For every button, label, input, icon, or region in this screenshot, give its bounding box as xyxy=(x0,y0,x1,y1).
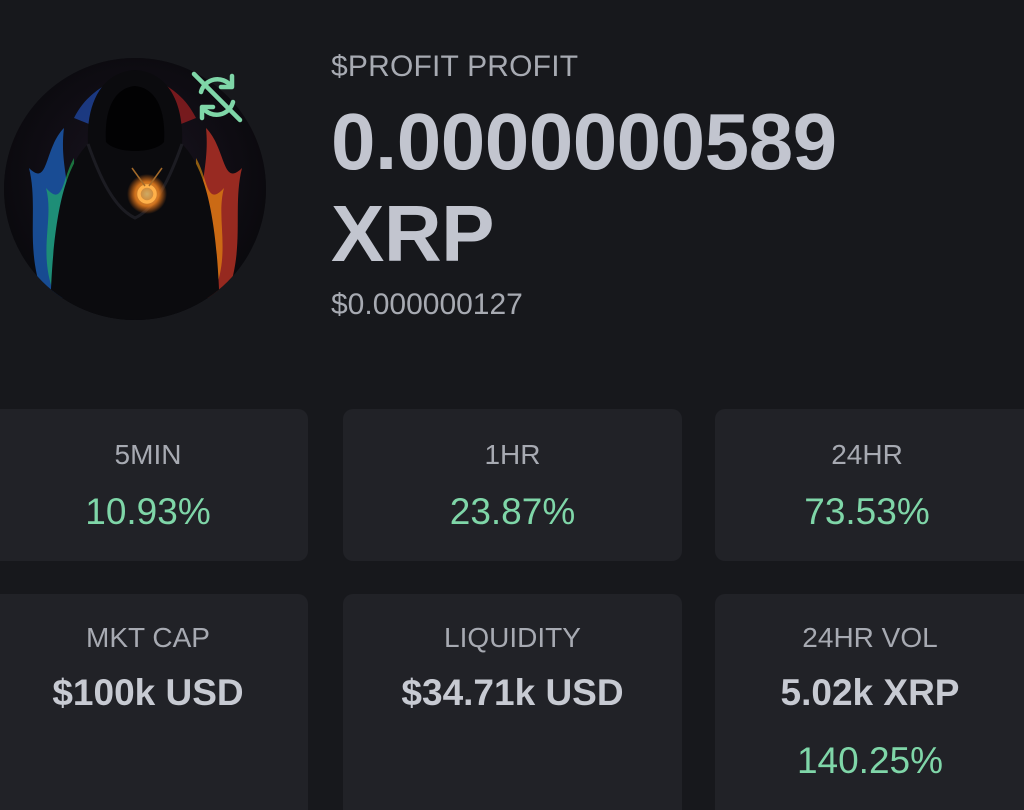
swap-off-icon xyxy=(191,71,243,123)
change-value: 73.53% xyxy=(804,491,930,532)
market-cap-card: MKT CAP $100k USD xyxy=(0,594,308,810)
market-cap-label: MKT CAP xyxy=(86,622,210,653)
token-price-usd: $0.000000127 xyxy=(331,288,523,321)
token-price: 0.0000000589 XRP xyxy=(331,97,837,278)
volume-card: 24HR VOL 5.02k XRP 140.25% xyxy=(715,594,1024,810)
volume-value: 5.02k XRP xyxy=(780,672,960,713)
volume-change: 140.25% xyxy=(796,740,944,781)
change-label: 5MIN xyxy=(114,439,182,470)
change-value: 23.87% xyxy=(449,491,576,532)
liquidity-label: LIQUIDITY xyxy=(444,622,581,653)
token-detail-page: $PROFIT PROFIT 0.0000000589 XRP $0.00000… xyxy=(0,0,1024,810)
token-name: $PROFIT PROFIT xyxy=(331,50,579,83)
change-card-24hr: 24HR 73.53% xyxy=(715,409,1024,561)
change-label: 1HR xyxy=(484,439,541,470)
liquidity-value: $34.71k USD xyxy=(401,672,624,713)
change-card-5min: 5MIN 10.93% xyxy=(0,409,308,561)
market-cap-value: $100k USD xyxy=(52,672,244,713)
change-card-1hr: 1HR 23.87% xyxy=(343,409,682,561)
change-value: 10.93% xyxy=(85,491,211,532)
liquidity-card: LIQUIDITY $34.71k USD xyxy=(343,594,682,810)
volume-label: 24HR VOL xyxy=(802,622,938,653)
change-label: 24HR xyxy=(831,439,903,470)
